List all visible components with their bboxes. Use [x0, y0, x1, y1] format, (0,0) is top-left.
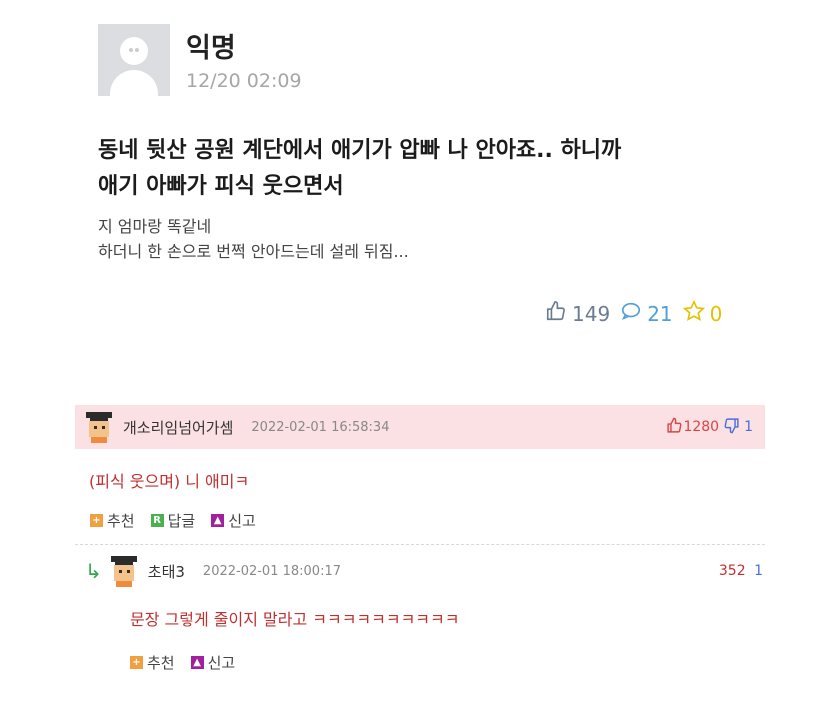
post-title-line: 애기 아빠가 피식 웃으면서: [98, 174, 344, 199]
reply-votes: 352 1: [719, 563, 763, 579]
reply-actions: + 추천 ▲ 신고: [130, 652, 251, 673]
downvote-count[interactable]: 1: [754, 563, 763, 579]
thumbs-up-icon[interactable]: [666, 417, 683, 438]
reply-date: 2022-02-01 18:00:17: [202, 563, 341, 579]
default-avatar: [98, 24, 170, 96]
upvote-count: 1280: [683, 419, 720, 435]
post-author: 익명: [186, 33, 236, 64]
reply-text: 문장 그렇게 줄이지 말라고 ㅋㅋㅋㅋㅋㅋㅋㅋㅋㅋ: [130, 610, 460, 629]
like-button[interactable]: 149: [545, 300, 610, 327]
post-title: 동네 뒷산 공원 계단에서 애기가 압빠 나 안아죠.. 하니까 애기 아빠가 …: [98, 133, 778, 205]
pixel-avatar: [83, 411, 115, 443]
post-title-line: 동네 뒷산 공원 계단에서 애기가 압빠 나 안아죠.. 하니까: [98, 138, 622, 163]
post-stats: 149 21 0: [545, 299, 732, 327]
report-label: 신고: [228, 512, 256, 530]
reply-label: 답글: [167, 512, 196, 530]
comment-count-button[interactable]: 21: [620, 300, 673, 327]
comment-count: 21: [647, 301, 673, 326]
pixel-avatar: [108, 555, 140, 587]
comment-author[interactable]: 개소리임넘어가셈: [123, 417, 233, 438]
thumbs-down-icon[interactable]: [723, 417, 740, 438]
post-date: 12/20 02:09: [186, 70, 302, 92]
recommend-button[interactable]: + 추천: [130, 652, 175, 673]
star-icon: [682, 299, 705, 327]
comment-votes: 1280 1: [666, 417, 753, 438]
report-button[interactable]: ▲ 신고: [190, 652, 236, 673]
recommend-button[interactable]: + 추천: [90, 510, 135, 531]
reply-arrow-icon: ↳: [85, 559, 102, 583]
scrap-button[interactable]: 0: [682, 299, 723, 327]
comment-actions: + 추천 R 답글 ▲ 신고: [90, 510, 272, 531]
recommend-label: 추천: [147, 654, 175, 672]
report-button[interactable]: ▲ 신고: [211, 510, 256, 531]
plus-icon: +: [90, 514, 103, 527]
reply-header: ↳ 초태3 2022-02-01 18:00:17 352 1: [85, 555, 765, 587]
reply-icon: R: [150, 514, 164, 527]
post-content: 지 엄마랑 똑같네 하더니 한 손으로 번쩍 안아드는데 설레 뒤짐...: [98, 214, 738, 264]
report-label: 신고: [207, 654, 236, 672]
speech-bubble-icon: [620, 300, 642, 327]
downvote-count: 1: [744, 419, 753, 435]
reply-author[interactable]: 초태3: [148, 561, 185, 582]
like-count: 149: [572, 301, 611, 326]
comment-header: 개소리임넘어가셈 2022-02-01 16:58:34 1280 1: [75, 405, 765, 449]
plus-icon: +: [130, 656, 143, 669]
post-content-line: 지 엄마랑 똑같네: [98, 217, 212, 236]
siren-icon: ▲: [211, 514, 225, 527]
reply-button[interactable]: R 답글: [150, 510, 196, 531]
upvote-count[interactable]: 352: [719, 563, 746, 579]
post-card: 익명 12/20 02:09 동네 뒷산 공원 계단에서 애기가 압빠 나 안아…: [0, 0, 835, 380]
thumbs-up-icon: [545, 300, 567, 327]
recommend-label: 추천: [107, 512, 135, 530]
divider: [75, 544, 765, 545]
post-content-line: 하더니 한 손으로 번쩍 안아드는데 설레 뒤짐...: [98, 242, 409, 261]
scrap-count: 0: [709, 301, 723, 326]
comment-date: 2022-02-01 16:58:34: [251, 419, 390, 435]
comment-text: (피식 웃으며) 니 애미ㅋ: [89, 472, 250, 491]
siren-icon: ▲: [190, 656, 204, 669]
